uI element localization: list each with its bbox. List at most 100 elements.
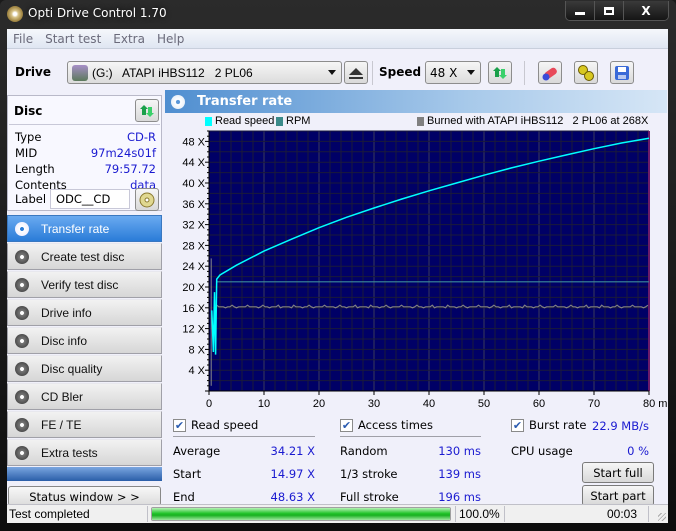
random-value: 130 ms xyxy=(438,444,481,458)
legend-swatch-burned xyxy=(417,116,424,126)
fe-te-icon xyxy=(15,417,29,432)
y-tick-label: 32 X xyxy=(182,220,205,232)
y-tick-label: 36 X xyxy=(182,199,205,211)
nav-footer-bar xyxy=(7,467,162,481)
speed-select[interactable]: 48 X xyxy=(425,61,481,84)
menu-bar: File Start test Extra Help xyxy=(7,29,668,49)
y-tick-label: 20 X xyxy=(182,282,205,294)
transfer-rate-icon xyxy=(15,221,29,236)
client-area: File Start test Extra Help Drive (G:) AT… xyxy=(7,29,676,523)
nav-disc-info[interactable]: Disc info xyxy=(7,327,162,354)
menu-help[interactable]: Help xyxy=(157,32,184,46)
legend-rpm: RPM xyxy=(276,115,310,127)
chart-svg: 4 X 8 X 12 X 16 X 20 X 24 X 28 X 32 X 36 X 40 X 44… xyxy=(182,130,676,410)
nav-create-test-disc[interactable]: Create test disc xyxy=(7,243,162,270)
write-label-button[interactable] xyxy=(135,188,159,211)
third-stroke-value: 139 ms xyxy=(438,467,481,481)
y-tick-label: 48 X xyxy=(182,136,205,148)
disc-type-row: Type CD-R xyxy=(15,130,156,144)
start-value: 14.97 X xyxy=(270,467,315,481)
nav-disc-quality[interactable]: Disc quality xyxy=(7,355,162,382)
end-value: 48.63 X xyxy=(270,490,315,504)
full-stroke-label: Full stroke xyxy=(340,490,399,504)
start-full-button[interactable]: Start full xyxy=(582,462,654,483)
menu-file[interactable]: File xyxy=(13,32,33,46)
burst-rate-checkbox[interactable]: ✔ Burst rate xyxy=(511,418,586,432)
legend-burned: Burned with ATAPI iHBS112 2 PL06 at 268X xyxy=(417,115,648,127)
nav-verify-test-disc[interactable]: Verify test disc xyxy=(7,271,162,298)
y-tick-label: 28 X xyxy=(182,240,205,252)
drive-value: (G:) ATAPI iHBS112 2 PL06 xyxy=(92,65,253,80)
progress-bar xyxy=(151,507,451,521)
close-button[interactable]: X xyxy=(624,1,668,20)
checkmark-icon: ✔ xyxy=(340,418,353,432)
read-speed-checkbox[interactable]: ✔ Read speed xyxy=(173,418,258,432)
chevron-down-icon xyxy=(328,70,336,75)
eject-button[interactable] xyxy=(344,61,368,84)
start-part-button[interactable]: Start part xyxy=(582,485,654,506)
legend-swatch-rpm xyxy=(276,116,283,126)
resize-grip[interactable] xyxy=(658,513,666,521)
nav-drive-info[interactable]: Drive info xyxy=(7,299,162,326)
status-bar: Test completed 100.0% 00:03 xyxy=(7,504,668,523)
panel-header: Transfer rate xyxy=(165,90,667,113)
y-tick-label: 40 X xyxy=(182,178,205,190)
menu-start-test[interactable]: Start test xyxy=(45,32,101,46)
average-value: 34.21 X xyxy=(270,444,315,458)
disc-info-icon xyxy=(15,333,29,348)
drive-select[interactable]: (G:) ATAPI iHBS112 2 PL06 xyxy=(67,61,342,84)
title-bar: Opti Drive Control 1.70 X xyxy=(0,0,676,28)
progress-fill xyxy=(152,508,450,520)
elapsed-time: 00:03 xyxy=(607,507,638,521)
chevron-down-icon xyxy=(467,70,475,75)
nav-cd-bler[interactable]: CD Bler xyxy=(7,383,162,410)
drive-icon xyxy=(72,64,88,81)
full-stroke-value: 196 ms xyxy=(438,490,481,504)
transfer-rate-icon xyxy=(171,94,185,109)
disc-label-key: Label xyxy=(15,192,47,206)
disc-label-input[interactable]: ODC__CD xyxy=(50,189,130,209)
minimize-button[interactable] xyxy=(566,1,595,20)
verify-disc-icon xyxy=(15,277,29,292)
disc-length-row: Length 79:57.72 xyxy=(15,162,156,176)
nav-fe-te[interactable]: FE / TE xyxy=(7,411,162,438)
y-tick-label: 8 X xyxy=(188,344,205,356)
cd-icon xyxy=(139,192,155,207)
nav-extra-tests[interactable]: Extra tests xyxy=(7,439,162,466)
refresh-icon xyxy=(140,104,154,117)
erase-icon xyxy=(542,67,557,80)
legend-swatch-read-speed xyxy=(205,116,212,126)
third-stroke-label: 1/3 stroke xyxy=(340,467,398,481)
maximize-button[interactable] xyxy=(595,1,624,20)
drive-info-icon xyxy=(15,305,29,320)
y-tick-label: 24 X xyxy=(182,261,205,273)
cd-bler-icon xyxy=(15,389,29,404)
status-window-button[interactable]: Status window > > xyxy=(8,486,161,506)
settings-button[interactable] xyxy=(574,61,598,84)
checkmark-icon: ✔ xyxy=(511,418,524,432)
access-times-checkbox[interactable]: ✔ Access times xyxy=(340,418,433,432)
disc-title: Disc xyxy=(14,104,43,118)
transfer-rate-panel: Transfer rate Read speed RPM Burned with… xyxy=(165,90,676,506)
average-label: Average xyxy=(173,444,221,458)
refresh-speed-button[interactable] xyxy=(488,61,512,84)
legend-read-speed: Read speed xyxy=(205,115,274,127)
disc-mid-value: 97m24s01f xyxy=(90,146,156,160)
start-label: Start xyxy=(173,467,202,481)
checkmark-icon: ✔ xyxy=(173,418,186,432)
extra-tests-icon xyxy=(15,445,29,460)
maximize-icon xyxy=(604,6,614,15)
disc-mid-row: MID 97m24s01f xyxy=(15,146,156,160)
eject-icon xyxy=(349,67,363,79)
save-button[interactable] xyxy=(610,61,634,84)
settings-icon xyxy=(578,64,594,81)
panel-title: Transfer rate xyxy=(197,94,293,109)
disc-refresh-button[interactable] xyxy=(135,99,159,122)
disc-type-value: CD-R xyxy=(126,130,156,144)
minimize-icon xyxy=(575,12,585,15)
nav-transfer-rate[interactable]: Transfer rate xyxy=(7,215,162,242)
refresh-icon xyxy=(493,66,507,79)
menu-extra[interactable]: Extra xyxy=(113,32,145,46)
erase-button[interactable] xyxy=(538,61,562,84)
y-tick-label: 16 X xyxy=(182,303,205,315)
